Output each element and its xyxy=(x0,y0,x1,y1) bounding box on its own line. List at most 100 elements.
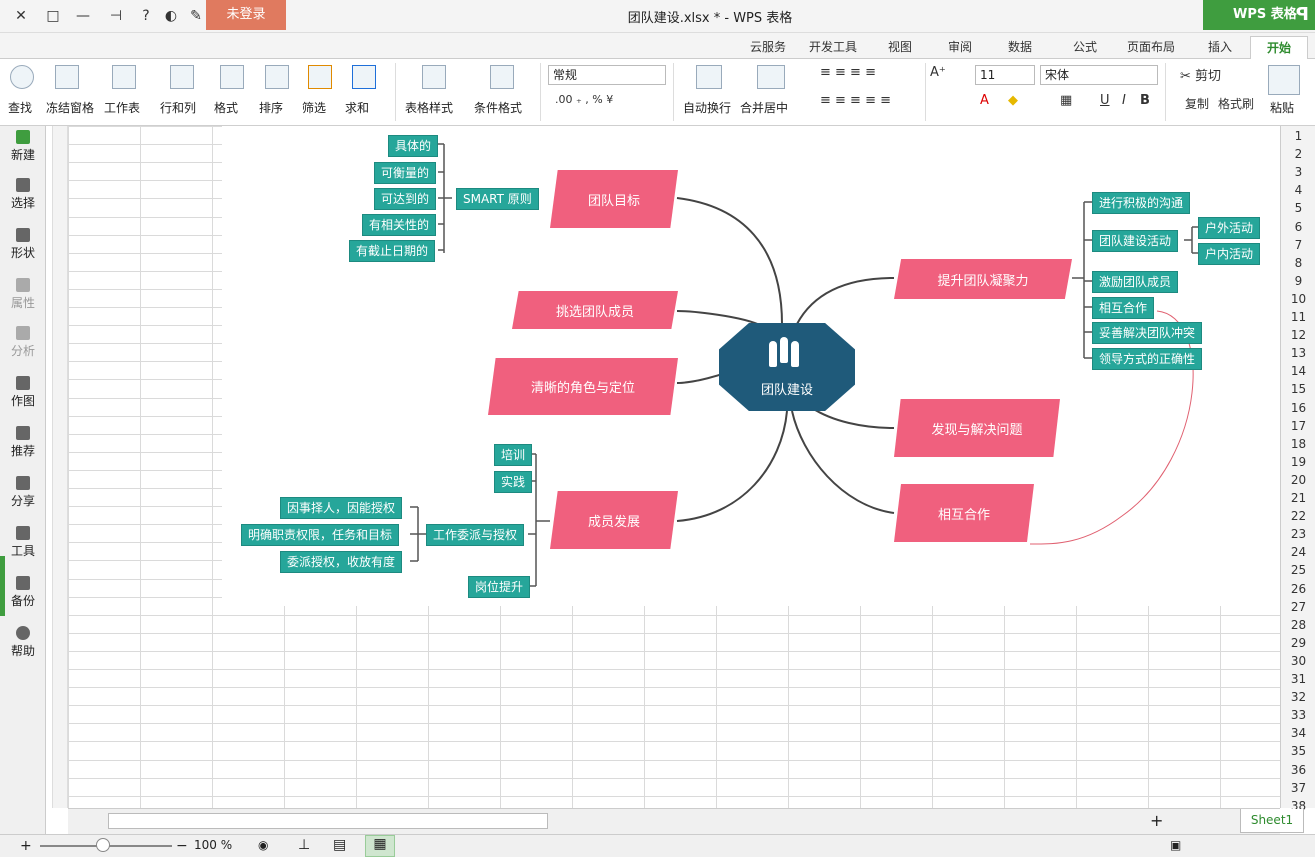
tab-home[interactable]: 开始 xyxy=(1250,36,1308,59)
sidebar-item-drawing[interactable]: 作图 xyxy=(6,376,40,409)
row-number[interactable]: 15 xyxy=(1281,382,1315,400)
feedback-icon[interactable]: ✎ xyxy=(185,6,207,26)
row-number[interactable]: 8 xyxy=(1281,256,1315,274)
sort-icon[interactable] xyxy=(265,65,289,89)
help-icon[interactable]: ? xyxy=(135,6,157,26)
tab-review[interactable]: 审阅 xyxy=(935,36,985,59)
branch-cooperate[interactable]: 相互合作 xyxy=(894,484,1034,542)
number-format-icons[interactable]: .00 ₊ , % ¥ xyxy=(555,93,613,106)
sheet-tab[interactable]: Sheet1 xyxy=(1240,809,1304,833)
eye-protection-icon[interactable]: ◉ xyxy=(258,838,268,852)
growth-delegation[interactable]: 工作委派与授权 xyxy=(426,524,525,546)
branch-problem[interactable]: 发现与解决问题 xyxy=(894,399,1060,457)
zoom-in-icon[interactable]: + xyxy=(20,838,32,854)
tab-view[interactable]: 视图 xyxy=(875,36,925,59)
freeze-panes-button[interactable]: 冻结窗格 xyxy=(46,99,94,116)
filter-button[interactable]: 筛选 xyxy=(302,99,326,116)
sidebar-item-recommend[interactable]: 推荐 xyxy=(6,426,40,459)
paste-icon[interactable] xyxy=(1268,65,1300,95)
sidebar-item-analysis[interactable]: 分析 xyxy=(6,326,40,359)
horizontal-scrollbar[interactable] xyxy=(108,813,548,829)
tab-data[interactable]: 数据 xyxy=(995,36,1045,59)
branch-select-members[interactable]: 挑选团队成员 xyxy=(512,291,678,329)
format-button[interactable]: 格式 xyxy=(214,99,238,116)
activity-item[interactable]: 户内活动 xyxy=(1198,243,1261,265)
fill-color-icon[interactable]: ◆ xyxy=(1008,93,1018,108)
freeze-panes-icon[interactable] xyxy=(55,65,79,89)
font-size-select[interactable]: 11 xyxy=(975,65,1035,85)
cohesion-leadership[interactable]: 领导方式的正确性 xyxy=(1092,348,1203,370)
row-number[interactable]: 7 xyxy=(1281,238,1315,256)
row-number[interactable]: 33 xyxy=(1281,708,1315,726)
activity-item[interactable]: 户外活动 xyxy=(1198,217,1261,239)
delegation-item[interactable]: 因事择人，因能授权 xyxy=(280,497,403,519)
sidebar-item-properties[interactable]: 属性 xyxy=(6,278,40,311)
delegation-item[interactable]: 委派授权，收放有度 xyxy=(280,551,403,573)
row-number[interactable]: 9 xyxy=(1281,274,1315,292)
growth-training[interactable]: 培训 xyxy=(494,444,533,466)
normal-view-icon[interactable]: ▦ xyxy=(365,835,395,857)
sidebar-item-shape[interactable]: 形状 xyxy=(6,228,40,261)
row-number[interactable]: 6 xyxy=(1281,220,1315,238)
paste-button[interactable]: 粘贴 xyxy=(1270,99,1294,116)
wrap-text-button[interactable]: 自动换行 xyxy=(683,99,731,116)
growth-promotion[interactable]: 岗位提升 xyxy=(468,576,531,598)
cut-button[interactable]: ✂ 剪切 xyxy=(1180,65,1221,84)
sidebar-item-tools[interactable]: 工具 xyxy=(6,526,40,559)
worksheet-icon[interactable] xyxy=(112,65,136,89)
row-number[interactable]: 35 xyxy=(1281,744,1315,762)
branch-cohesion[interactable]: 提升团队凝聚力 xyxy=(894,259,1072,299)
minimize-icon[interactable]: — xyxy=(72,6,94,26)
copy-button[interactable]: 复制 xyxy=(1185,95,1209,112)
growth-practice[interactable]: 实践 xyxy=(494,471,533,493)
row-number[interactable]: 23 xyxy=(1281,527,1315,545)
row-number[interactable]: 10 xyxy=(1281,292,1315,310)
smart-item[interactable]: 可衡量的 xyxy=(374,162,437,184)
vertical-scrollbar[interactable] xyxy=(52,126,68,808)
row-number[interactable]: 27 xyxy=(1281,600,1315,618)
macro-icon[interactable]: ▣ xyxy=(1170,838,1181,852)
smart-item[interactable]: 有截止日期的 xyxy=(349,240,436,262)
app-menu-button[interactable]: WPS 表格 ꟼ xyxy=(1203,0,1315,30)
row-number[interactable]: 37 xyxy=(1281,781,1315,799)
row-number[interactable]: 16 xyxy=(1281,401,1315,419)
merge-center-button[interactable]: 合并居中 xyxy=(740,99,788,116)
conditional-format-button[interactable]: 条件格式 xyxy=(474,99,522,116)
table-style-icon[interactable] xyxy=(422,65,446,89)
restore-icon[interactable]: □ xyxy=(42,6,64,26)
find-icon[interactable] xyxy=(10,65,34,89)
branch-goal[interactable]: 团队目标 xyxy=(550,170,678,228)
mindmap-image[interactable]: 团队建设 团队目标 挑选团队成员 清晰的角色与定位 成员发展 提升团队凝聚力 发… xyxy=(222,126,1280,606)
page-break-view-icon[interactable]: ⊥ xyxy=(298,837,310,853)
sidebar-item-help[interactable]: 帮助 xyxy=(6,626,40,659)
sidebar-item-select[interactable]: 选择 xyxy=(6,178,40,211)
sidebar-item-new[interactable]: 新建 xyxy=(6,130,40,163)
bold-button[interactable]: B xyxy=(1140,93,1150,108)
filter-icon[interactable] xyxy=(308,65,332,89)
row-number[interactable]: 14 xyxy=(1281,364,1315,382)
row-number[interactable]: 30 xyxy=(1281,654,1315,672)
worksheet-button[interactable]: 工作表 xyxy=(104,99,140,116)
conditional-format-icon[interactable] xyxy=(490,65,514,89)
row-number[interactable]: 34 xyxy=(1281,726,1315,744)
zoom-level[interactable]: 100 % xyxy=(194,838,232,852)
row-number[interactable]: 32 xyxy=(1281,690,1315,708)
login-button[interactable]: 未登录 xyxy=(206,0,286,30)
cohesion-cooperate[interactable]: 相互合作 xyxy=(1092,297,1155,319)
row-number[interactable]: 21 xyxy=(1281,491,1315,509)
row-number[interactable]: 28 xyxy=(1281,618,1315,636)
skin-icon[interactable]: ◐ xyxy=(160,6,182,26)
cohesion-communicate[interactable]: 进行积极的沟通 xyxy=(1092,192,1191,214)
zoom-slider-thumb[interactable] xyxy=(96,838,110,852)
page-layout-view-icon[interactable]: ▤ xyxy=(333,837,346,853)
row-number[interactable]: 3 xyxy=(1281,165,1315,183)
row-number[interactable]: 18 xyxy=(1281,437,1315,455)
add-sheet-button[interactable]: + xyxy=(1150,811,1163,830)
format-icon[interactable] xyxy=(220,65,244,89)
align-top-icon[interactable]: ≡ ≡ ≡ ≡ xyxy=(820,65,876,80)
italic-button[interactable]: I xyxy=(1122,93,1126,108)
merge-center-icon[interactable] xyxy=(757,65,785,89)
pin-icon[interactable]: ⊣ xyxy=(105,6,127,26)
tab-developer[interactable]: 开发工具 xyxy=(800,36,866,59)
row-number[interactable]: 17 xyxy=(1281,419,1315,437)
